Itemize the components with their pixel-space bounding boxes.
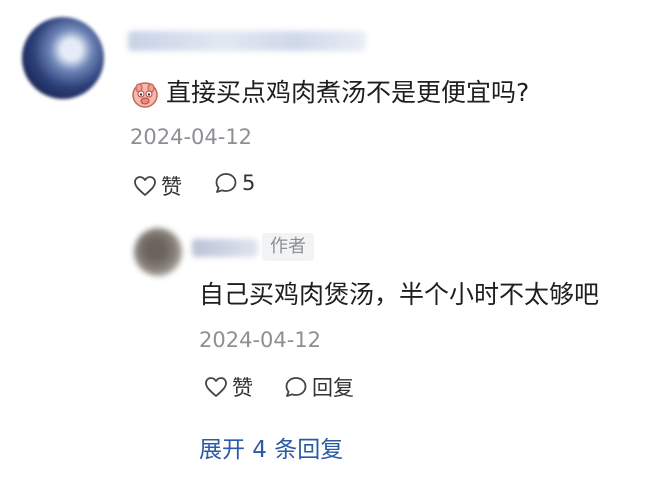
heart-icon	[134, 176, 156, 196]
reply-text: 自己买鸡肉煲汤，半个小时不太够吧	[199, 280, 600, 309]
comment-bubble-icon	[215, 173, 237, 193]
reply-count: 5	[242, 171, 256, 195]
comment-text: 直接买点鸡肉煮汤不是更便宜吗?	[166, 78, 530, 107]
author-badge: 作者	[262, 233, 314, 261]
reply-avatar[interactable]	[134, 228, 182, 276]
like-label: 赞	[161, 175, 182, 199]
pig-emoji-icon	[132, 82, 158, 108]
reply-button[interactable]: 回复	[284, 372, 354, 402]
comment-bubble-icon	[285, 377, 307, 397]
avatar[interactable]	[22, 17, 104, 99]
reply-count-button[interactable]: 5	[214, 171, 255, 195]
expand-replies-link[interactable]: 展开 4 条回复	[199, 430, 343, 464]
reply-like-label: 赞	[232, 376, 253, 400]
reply-button-label: 回复	[312, 376, 354, 400]
heart-icon	[205, 377, 227, 397]
reply-username-blurred[interactable]	[192, 239, 258, 257]
reply-date: 2024-04-12	[199, 328, 322, 352]
reply-like-button[interactable]: 赞	[204, 372, 253, 402]
like-button[interactable]: 赞	[133, 171, 182, 201]
username-blurred[interactable]	[128, 31, 366, 51]
comment-date: 2024-04-12	[130, 125, 253, 149]
